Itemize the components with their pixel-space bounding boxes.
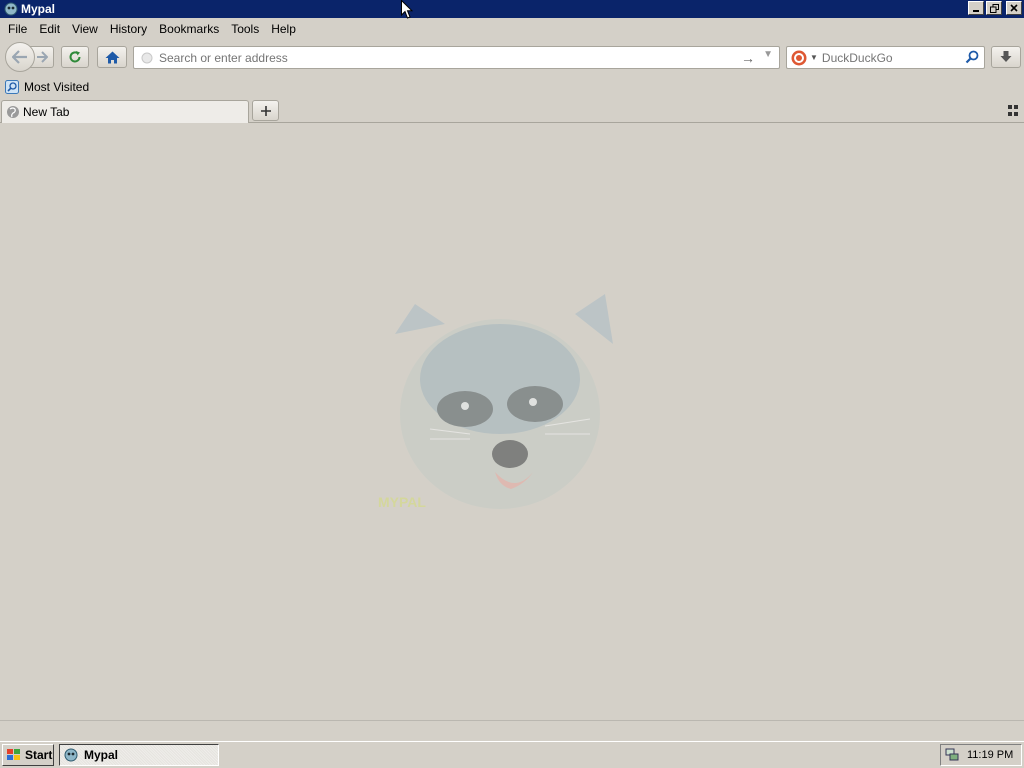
reload-button[interactable] [61,46,89,68]
menu-file[interactable]: File [2,22,33,36]
home-icon [105,51,119,63]
taskbar-item-mypal[interactable]: Mypal [59,744,219,766]
download-icon [1000,51,1012,62]
grid-dot-icon [1008,112,1012,116]
window-title: Mypal [21,2,56,16]
go-arrow-icon[interactable]: → [741,50,755,66]
url-dropdown-icon[interactable]: ▼ [763,49,773,60]
close-button[interactable] [1006,1,1022,15]
raccoon-mascot-image: MYPAL [378,294,613,510]
taskbar-item-label: Mypal [84,748,119,762]
back-arrow-icon [12,50,27,64]
downloads-button[interactable] [991,46,1021,68]
search-bar[interactable]: ▼ [786,46,985,69]
menu-edit[interactable]: Edit [33,22,66,36]
menu-bar: File Edit View History Bookmarks Tools H… [0,18,1024,40]
plus-icon [260,105,271,116]
menu-help[interactable]: Help [265,22,302,36]
menu-tools[interactable]: Tools [225,22,265,36]
title-bar[interactable]: Mypal [0,0,1024,18]
tab-title: New Tab [23,105,70,119]
menu-view[interactable]: View [66,22,104,36]
globe-icon [7,106,19,118]
mypal-app-icon [64,748,78,762]
start-label: Start [25,748,53,762]
start-button[interactable]: Start [2,744,54,766]
grid-dot-icon [1014,112,1018,116]
mouse-cursor-icon [401,0,413,19]
home-button[interactable] [97,46,127,68]
new-tab-button[interactable] [252,100,279,121]
grid-dot-icon [1014,105,1018,109]
grid-dot-icon [1008,105,1012,109]
duckduckgo-icon[interactable] [791,50,807,66]
list-all-tabs-button[interactable] [1008,105,1020,117]
menu-history[interactable]: History [104,22,153,36]
forward-arrow-icon [36,51,48,63]
url-input[interactable] [159,50,734,65]
page-content[interactable]: MYPAL [0,124,1024,720]
reload-icon [69,51,81,63]
system-tray: 11:19 PM [940,744,1022,766]
bookmarks-toolbar: Most Visited [0,77,1024,97]
minimize-icon [973,10,979,12]
back-button[interactable] [5,42,35,72]
bookmark-most-visited[interactable]: Most Visited [24,80,89,94]
tab-strip: New Tab [0,99,1024,123]
svg-text:MYPAL: MYPAL [378,494,426,510]
mypal-app-icon [4,2,18,16]
restore-icon [989,3,999,13]
engine-dropdown-icon[interactable]: ▼ [810,53,818,62]
tab-new-tab[interactable]: New Tab [1,100,249,123]
taskbar: Start Mypal 11:19 PM [0,741,1024,768]
search-input[interactable] [821,50,962,65]
navigation-toolbar: → ▼ ▼ [0,40,1024,74]
menu-bookmarks[interactable]: Bookmarks [153,22,225,36]
close-icon [1010,4,1018,12]
most-visited-icon [5,80,19,94]
magnifier-icon[interactable] [965,50,979,64]
windows-flag-icon [7,749,20,760]
status-bar [0,720,1024,740]
minimize-button[interactable] [968,1,984,15]
clock[interactable]: 11:19 PM [967,749,1013,761]
network-icon[interactable] [945,748,959,762]
address-bar[interactable]: → ▼ [133,46,780,69]
restore-button[interactable] [986,1,1002,15]
identity-icon [141,52,153,63]
